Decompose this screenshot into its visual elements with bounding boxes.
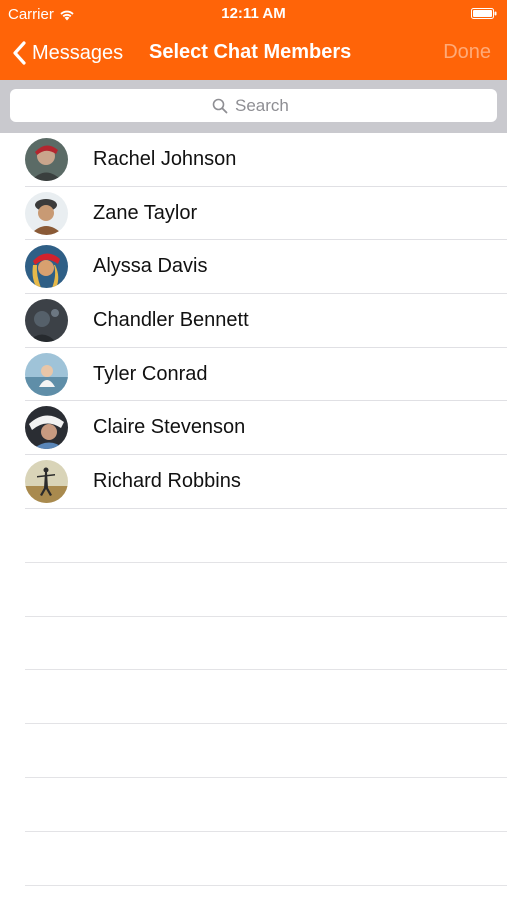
search-icon [212, 98, 228, 113]
select-chat-members-screen: Carrier 12:11 AM Messages Select Chat Me… [0, 0, 507, 900]
search-field[interactable] [10, 89, 497, 122]
empty-list-area [25, 509, 507, 900]
contact-row-tyler-conrad[interactable]: Tyler Conrad [0, 348, 507, 402]
header: Carrier 12:11 AM Messages Select Chat Me… [0, 0, 507, 80]
row-separator [25, 669, 507, 670]
back-button[interactable]: Messages [12, 38, 123, 68]
avatar [25, 245, 68, 289]
battery-icon [471, 8, 497, 19]
navigation-bar: Messages Select Chat Members Done [0, 28, 507, 80]
contact-row-rachel-johnson[interactable]: Rachel Johnson [0, 133, 507, 187]
avatar [25, 406, 68, 450]
contact-row-claire-stevenson[interactable]: Claire Stevenson [0, 401, 507, 455]
search-input[interactable] [235, 95, 295, 116]
search-bar [0, 80, 507, 133]
page-title: Select Chat Members [149, 41, 352, 63]
contact-name: Claire Stevenson [93, 416, 246, 439]
avatar [25, 352, 68, 396]
row-separator [25, 831, 507, 832]
contact-name: Alyssa Davis [93, 255, 208, 278]
contact-name: Tyler Conrad [93, 362, 208, 385]
contact-list: Rachel Johnson Zane Taylor Alyssa Davis … [0, 133, 507, 509]
back-button-label: Messages [32, 41, 124, 64]
contact-name: Richard Robbins [93, 470, 241, 493]
status-bar: Carrier 12:11 AM [0, 0, 507, 28]
contact-row-alyssa-davis[interactable]: Alyssa Davis [0, 240, 507, 294]
avatar [25, 138, 68, 181]
clock: 12:11 AM [221, 5, 286, 22]
contact-name: Rachel Johnson [93, 148, 237, 170]
contact-name: Zane Taylor [93, 201, 198, 224]
avatar [25, 191, 68, 235]
avatar [25, 299, 68, 343]
contact-name: Chandler Bennett [93, 309, 249, 332]
contact-row-chandler-bennett[interactable]: Chandler Bennett [0, 294, 507, 348]
contact-row-richard-robbins[interactable]: Richard Robbins [0, 455, 507, 509]
row-separator [25, 723, 507, 724]
contact-row-zane-taylor[interactable]: Zane Taylor [0, 187, 507, 241]
row-separator [25, 562, 507, 563]
row-separator [25, 777, 507, 778]
chevron-left-icon [13, 41, 26, 65]
row-separator [25, 885, 507, 886]
done-button[interactable]: Done [443, 41, 491, 64]
avatar [25, 460, 68, 504]
row-separator [25, 616, 507, 617]
